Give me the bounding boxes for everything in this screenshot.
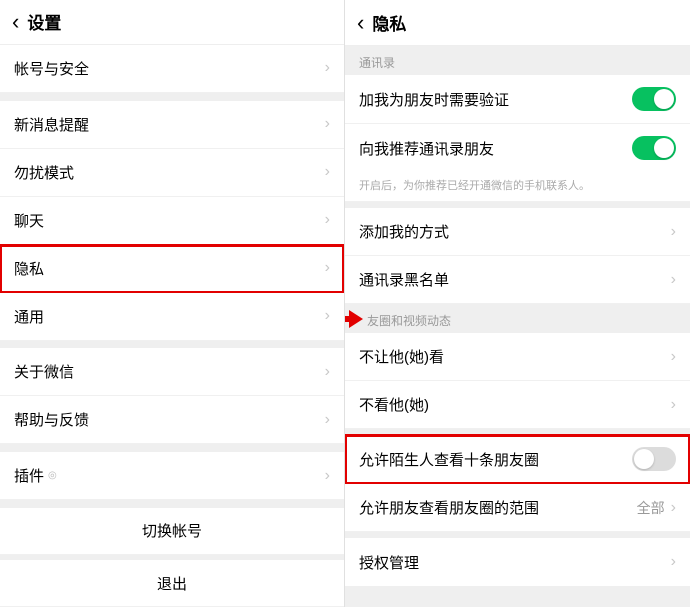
divider	[0, 341, 344, 349]
row-new-message[interactable]: 新消息提醒 ›	[0, 101, 344, 149]
label-blacklist: 通讯录黑名单	[359, 269, 449, 290]
chevron-right-icon: ›	[671, 271, 676, 289]
chevron-right-icon: ›	[671, 396, 676, 414]
settings-pane: ‹ 设置 帐号与安全 › 新消息提醒 › 勿扰模式 › 聊天 › 隐私 › 通用…	[0, 0, 345, 607]
label-new-message: 新消息提醒	[14, 114, 89, 135]
divider	[0, 93, 344, 101]
row-chat[interactable]: 聊天 ›	[0, 197, 344, 245]
toggle-stranger-moments[interactable]	[632, 447, 676, 471]
recommend-subtext: 开启后，为你推荐已经开通微信的手机联系人。	[345, 171, 690, 202]
section-contacts: 通讯录	[345, 46, 690, 75]
chevron-right-icon: ›	[671, 499, 676, 517]
chevron-right-icon: ›	[671, 348, 676, 366]
label-plugins: 插件 ◎	[14, 465, 57, 486]
row-friend-verify[interactable]: 加我为朋友时需要验证	[345, 75, 690, 124]
section-moments: 友圈和视频动态	[345, 304, 690, 333]
chevron-right-icon: ›	[325, 211, 330, 229]
row-add-ways[interactable]: 添加我的方式 ›	[345, 208, 690, 256]
label-dont-see: 不看他(她)	[359, 394, 429, 415]
chevron-right-icon: ›	[671, 553, 676, 571]
label-about: 关于微信	[14, 361, 74, 382]
label-block-her: 不让他(她)看	[359, 346, 444, 367]
row-dont-see[interactable]: 不看他(她) ›	[345, 381, 690, 429]
label-general: 通用	[14, 306, 44, 327]
chevron-right-icon: ›	[325, 59, 330, 77]
row-moments-scope[interactable]: 允许朋友查看朋友圈的范围 全部 ›	[345, 484, 690, 532]
divider	[0, 500, 344, 508]
row-logout[interactable]: 退出	[0, 560, 344, 607]
row-general[interactable]: 通用 ›	[0, 293, 344, 341]
divider	[0, 444, 344, 452]
row-block-her[interactable]: 不让他(她)看 ›	[345, 333, 690, 381]
row-account-security[interactable]: 帐号与安全 ›	[0, 45, 344, 93]
row-help[interactable]: 帮助与反馈 ›	[0, 396, 344, 444]
settings-header: ‹ 设置	[0, 0, 344, 45]
label-chat: 聊天	[14, 210, 44, 231]
location-icon: ◎	[48, 470, 57, 481]
chevron-right-icon: ›	[325, 307, 330, 325]
label-moments-scope: 允许朋友查看朋友圈的范围	[359, 497, 539, 518]
chevron-right-icon: ›	[325, 115, 330, 133]
label-account-security: 帐号与安全	[14, 58, 89, 79]
chevron-right-icon: ›	[325, 163, 330, 181]
label-privacy: 隐私	[14, 258, 44, 279]
back-icon[interactable]: ‹	[12, 9, 19, 35]
label-switch-account: 切换帐号	[142, 520, 202, 541]
row-stranger-moments[interactable]: 允许陌生人查看十条朋友圈	[345, 435, 690, 484]
row-auth-manage[interactable]: 授权管理 ›	[345, 538, 690, 586]
label-help: 帮助与反馈	[14, 409, 89, 430]
privacy-pane: ‹ 隐私 通讯录 加我为朋友时需要验证 向我推荐通讯录朋友 开启后，为你推荐已经…	[345, 0, 690, 607]
chevron-right-icon: ›	[325, 259, 330, 277]
chevron-right-icon: ›	[325, 411, 330, 429]
toggle-recommend-contacts[interactable]	[632, 136, 676, 160]
back-icon[interactable]: ‹	[357, 10, 364, 36]
label-stranger-moments: 允许陌生人查看十条朋友圈	[359, 449, 539, 470]
label-recommend-contacts: 向我推荐通讯录朋友	[359, 138, 494, 159]
row-about[interactable]: 关于微信 ›	[0, 348, 344, 396]
settings-title: 设置	[27, 9, 61, 34]
row-plugins[interactable]: 插件 ◎ ›	[0, 452, 344, 500]
row-privacy[interactable]: 隐私 ›	[0, 245, 344, 293]
label-logout: 退出	[157, 573, 187, 594]
row-dnd[interactable]: 勿扰模式 ›	[0, 149, 344, 197]
privacy-title: 隐私	[372, 10, 406, 35]
chevron-right-icon: ›	[325, 467, 330, 485]
row-recommend-contacts[interactable]: 向我推荐通讯录朋友	[345, 124, 690, 172]
chevron-right-icon: ›	[671, 223, 676, 241]
label-add-ways: 添加我的方式	[359, 221, 449, 242]
privacy-header: ‹ 隐私	[345, 0, 690, 46]
row-switch-account[interactable]: 切换帐号	[0, 508, 344, 555]
row-blacklist[interactable]: 通讯录黑名单 ›	[345, 256, 690, 304]
label-friend-verify: 加我为朋友时需要验证	[359, 89, 509, 110]
label-dnd: 勿扰模式	[14, 162, 74, 183]
toggle-friend-verify[interactable]	[632, 87, 676, 111]
label-auth-manage: 授权管理	[359, 552, 419, 573]
value-moments-scope: 全部	[637, 498, 665, 518]
chevron-right-icon: ›	[325, 363, 330, 381]
